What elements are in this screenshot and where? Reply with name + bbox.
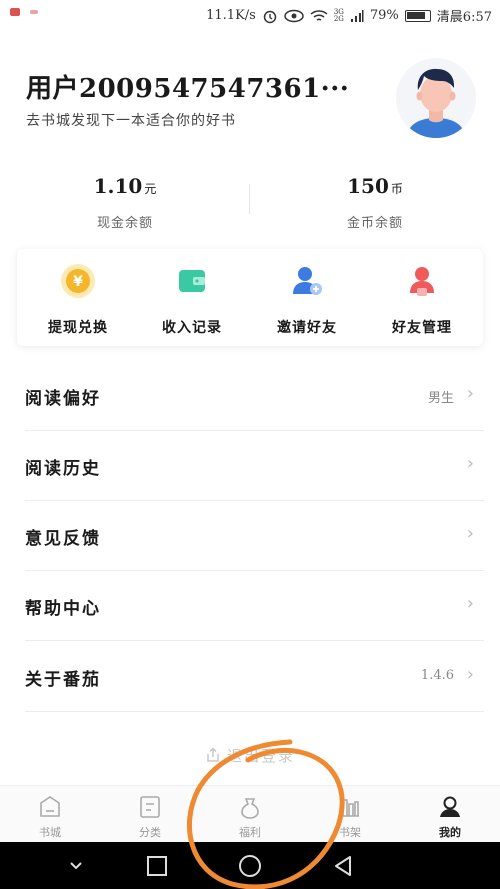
- menu-item-value: 男生: [427, 391, 454, 406]
- network-type: 3G 2G: [333, 7, 344, 23]
- cash-balance-unit: 元: [144, 182, 157, 196]
- tab-category[interactable]: 分类: [100, 794, 200, 840]
- invite-friends-button[interactable]: 邀请好友: [249, 263, 365, 337]
- username[interactable]: 用户2009547547361···: [26, 68, 349, 105]
- tab-label: 书城: [39, 826, 61, 839]
- invite-user-icon: [293, 267, 322, 295]
- tab-label: 福利: [239, 826, 261, 839]
- quick-action-label: 好友管理: [392, 320, 452, 336]
- wallet-icon: [179, 270, 205, 292]
- recent-apps-icon[interactable]: [143, 852, 171, 880]
- divider: [25, 711, 484, 712]
- svg-text:¥: ¥: [73, 274, 83, 290]
- back-icon[interactable]: [329, 852, 357, 880]
- battery-percent: 79%: [369, 8, 399, 23]
- app-notification-icon: [10, 8, 20, 16]
- battery-icon: [404, 9, 431, 22]
- cash-balance[interactable]: 1.10 元 现金余额: [25, 174, 225, 231]
- bookstore-icon: [40, 796, 60, 817]
- coin-balance-unit: 币: [390, 182, 403, 196]
- tab-bookshelf[interactable]: 书架: [300, 794, 400, 840]
- tab-bookstore[interactable]: 书城: [0, 794, 100, 840]
- menu-help-center[interactable]: 帮助中心 ›: [0, 571, 500, 641]
- tab-label: 分类: [139, 826, 161, 839]
- chevron-down-icon[interactable]: [62, 852, 90, 880]
- chevron-right-icon: ›: [466, 664, 474, 685]
- system-nav-bar: [0, 842, 500, 889]
- profile-icon: [440, 796, 460, 817]
- avatar[interactable]: [396, 58, 476, 138]
- eye-comfort-icon: [284, 9, 304, 22]
- alarm-icon: [263, 10, 277, 23]
- menu-item-label: 帮助中心: [25, 599, 101, 619]
- clock: 清晨6:57: [436, 10, 492, 25]
- logout-label: 退出登录: [226, 747, 295, 765]
- balance-divider: [249, 184, 250, 214]
- coin-balance-value: 150: [347, 174, 389, 198]
- chevron-right-icon: ›: [466, 383, 474, 404]
- signal-icon: [350, 9, 364, 22]
- quick-action-label: 提现兑换: [48, 320, 108, 336]
- chevron-right-icon: ›: [466, 453, 474, 474]
- coin-icon: ¥: [61, 264, 95, 298]
- bookshelf-icon: [341, 799, 359, 817]
- menu-about[interactable]: 关于番茄 1.4.6 ›: [0, 642, 500, 712]
- category-icon: [140, 796, 160, 818]
- notification-icons: [10, 8, 38, 16]
- divider: [25, 640, 484, 641]
- menu-item-label: 阅读偏好: [25, 389, 101, 409]
- withdraw-exchange-button[interactable]: ¥ 提现兑换: [20, 263, 136, 337]
- gift-icon: [241, 798, 259, 819]
- coin-balance-label: 金币余额: [346, 216, 403, 231]
- quick-actions-card: ¥ 提现兑换 收入记录 邀请好友 好友管理: [17, 249, 483, 346]
- tab-mine[interactable]: 我的: [400, 794, 500, 840]
- menu-reading-history[interactable]: 阅读历史 ›: [0, 431, 500, 501]
- income-record-button[interactable]: 收入记录: [134, 263, 250, 337]
- quick-action-label: 收入记录: [162, 320, 222, 336]
- friend-manage-icon: [410, 267, 434, 296]
- chevron-right-icon: ›: [466, 593, 474, 614]
- wifi-icon: [310, 9, 328, 21]
- quick-action-label: 邀请好友: [277, 320, 337, 336]
- cash-balance-value: 1.10: [93, 174, 143, 198]
- menu-reading-preference[interactable]: 阅读偏好 男生 ›: [0, 361, 500, 431]
- profile-tagline: 去书城发现下一本适合你的好书: [26, 113, 236, 129]
- tab-label: 书架: [339, 826, 361, 839]
- logout-button[interactable]: 退出登录: [0, 745, 500, 766]
- app-notification-icon-2: [30, 10, 38, 14]
- menu-feedback[interactable]: 意见反馈 ›: [0, 501, 500, 571]
- logout-icon: [207, 747, 219, 762]
- tab-welfare[interactable]: 福利: [200, 794, 300, 840]
- tab-label: 我的: [439, 826, 461, 839]
- app-version: 1.4.6: [420, 668, 454, 683]
- home-icon[interactable]: [236, 852, 264, 880]
- menu-item-label: 关于番茄: [25, 670, 101, 690]
- chevron-right-icon: ›: [466, 523, 474, 544]
- bottom-tab-bar: 书城 分类 福利 书架 我的: [0, 785, 500, 842]
- menu-item-label: 阅读历史: [25, 459, 101, 479]
- avatar-person-icon: [406, 68, 466, 138]
- coin-balance[interactable]: 150 币 金币余额: [275, 174, 475, 231]
- friend-management-button[interactable]: 好友管理: [364, 263, 480, 337]
- menu-item-label: 意见反馈: [25, 529, 101, 549]
- status-bar: 11.1K/s 3G 2G 79% 清晨6:57: [0, 0, 500, 30]
- network-speed: 11.1K/s: [206, 8, 256, 23]
- cash-balance-label: 现金余额: [96, 216, 153, 231]
